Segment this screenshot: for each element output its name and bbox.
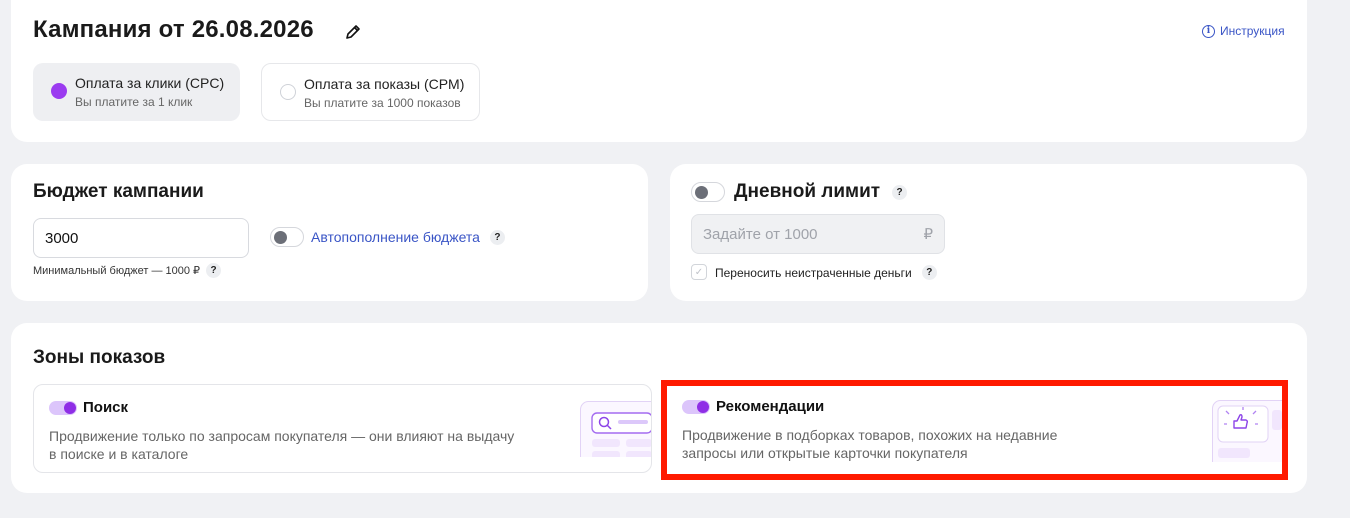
zone-search-card[interactable]: Поиск Продвижение только по запросам пок… [33, 384, 652, 473]
help-icon[interactable]: ? [892, 184, 908, 200]
min-budget-note: Минимальный бюджет — 1000 ₽ ? [33, 263, 222, 278]
min-budget-text: Минимальный бюджет — 1000 ₽ [33, 265, 201, 277]
daily-limit-header: Дневной лимит ? [734, 181, 908, 203]
search-illustration-icon [580, 401, 651, 457]
daily-limit-placeholder: Задайте от 1000 [703, 225, 818, 243]
help-icon[interactable]: ? [921, 265, 937, 280]
budget-input[interactable]: 3000 [33, 218, 249, 258]
payment-option-cpc[interactable]: Оплата за клики (CPC) Вы платите за 1 кл… [33, 63, 240, 121]
payment-option-label: Оплата за показы (CPM) [304, 76, 465, 92]
instruction-link[interactable]: i Инструкция [1202, 24, 1285, 38]
auto-topup-toggle[interactable] [270, 227, 304, 247]
recommendations-illustration-icon [1212, 400, 1282, 462]
daily-limit-input[interactable]: Задайте от 1000 ₽ [691, 214, 945, 254]
auto-topup-row: Автопополнение бюджета ? [311, 229, 505, 245]
payment-option-sub: Вы платите за 1000 показов [304, 96, 461, 110]
zone-description: Продвижение в подборках товаров, похожих… [682, 426, 1057, 462]
zone-name: Рекомендации [716, 398, 825, 415]
currency-symbol: ₽ [923, 226, 933, 243]
payment-option-cpm[interactable]: Оплата за показы (CPM) Вы платите за 100… [261, 63, 480, 121]
toggle-knob [64, 402, 76, 414]
zone-recommendations-toggle[interactable] [682, 400, 710, 414]
zone-desc-line: Продвижение только по запросам покупател… [49, 428, 515, 444]
zone-recommendations-card[interactable]: Рекомендации Продвижение в подборках тов… [661, 380, 1288, 480]
zone-name: Поиск [83, 399, 129, 416]
toggle-knob [695, 185, 708, 199]
payment-option-sub: Вы платите за 1 клик [75, 95, 193, 109]
toggle-knob [697, 401, 709, 413]
check-icon: ✓ [694, 266, 704, 278]
toggle-knob [274, 230, 287, 244]
zone-desc-line: в поиске и в каталоге [49, 446, 189, 462]
zone-desc-line: запросы или открытые карточки покупателя [682, 445, 968, 461]
zones-title: Зоны показов [33, 347, 166, 368]
carry-over-checkbox[interactable]: ✓ [691, 264, 707, 280]
help-icon[interactable]: ? [206, 263, 222, 278]
carry-over-label: Переносить неистраченные деньги [715, 265, 912, 280]
help-icon[interactable]: ? [489, 229, 505, 245]
payment-option-label: Оплата за клики (CPC) [75, 75, 225, 91]
carry-over-row: Переносить неистраченные деньги ? [715, 265, 937, 280]
daily-limit-toggle[interactable] [691, 182, 725, 202]
zone-search-toggle[interactable] [49, 401, 77, 415]
radio-unselected-icon [280, 84, 296, 100]
zone-desc-line: Продвижение в подборках товаров, похожих… [682, 427, 1058, 443]
radio-selected-icon [51, 83, 67, 99]
page-title: Кампания от 26.08.2026 [33, 16, 314, 43]
edit-pencil-icon[interactable] [343, 22, 363, 42]
auto-topup-link[interactable]: Автопополнение бюджета [311, 229, 480, 245]
daily-limit-title: Дневной лимит [734, 181, 881, 202]
info-icon: i [1202, 24, 1215, 38]
zone-description: Продвижение только по запросам покупател… [49, 427, 514, 463]
budget-title: Бюджет кампании [33, 181, 204, 202]
instruction-label: Инструкция [1220, 24, 1285, 38]
